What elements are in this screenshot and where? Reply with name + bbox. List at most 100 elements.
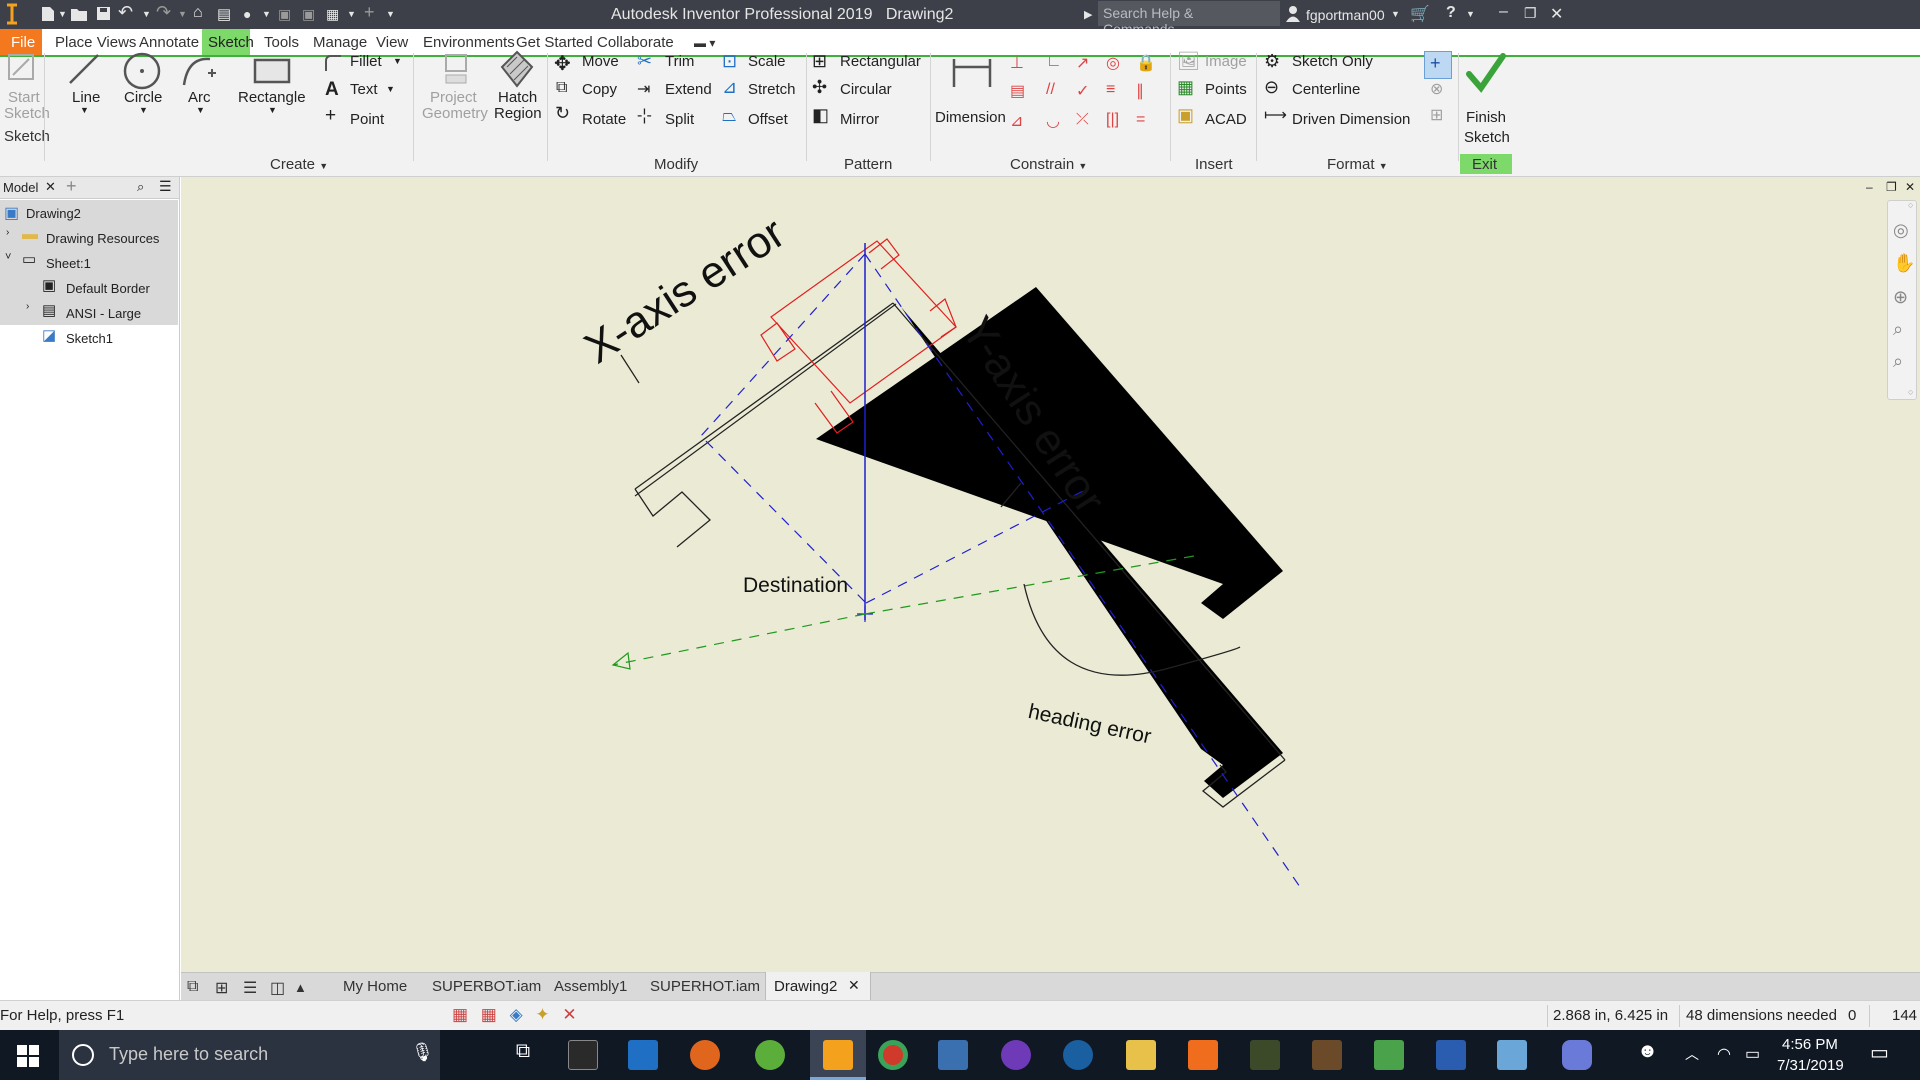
save-icon[interactable]	[96, 6, 111, 21]
terminal-app-icon[interactable]	[568, 1040, 598, 1070]
document-list-icon[interactable]: ▲	[294, 980, 307, 995]
windows-start-icon[interactable]	[17, 1045, 39, 1067]
constrain-group-dropdown-icon[interactable]: ▼	[1078, 161, 1087, 171]
help-search-box[interactable]: Search Help & Commands...	[1098, 1, 1280, 37]
dimension-icon[interactable]	[950, 57, 994, 89]
android-app-icon[interactable]	[755, 1040, 785, 1070]
doc-tab-superbot[interactable]: SUPERBOT.iam	[432, 978, 541, 995]
tab-view[interactable]: View	[376, 34, 408, 51]
offset-label[interactable]: Offset	[748, 111, 788, 128]
auto-dimension-icon[interactable]: ⤫	[1076, 111, 1089, 129]
canvas-minimize-icon[interactable]: –	[1866, 180, 1873, 194]
clock-time[interactable]: 4:56 PM	[1782, 1036, 1838, 1053]
zoom-window-icon[interactable]: ⌕	[1893, 319, 1903, 340]
parameters-icon[interactable]: ▦	[326, 6, 339, 23]
parallel-constraint-icon[interactable]: //	[1046, 81, 1055, 99]
image-icon[interactable]: 🖼	[1177, 51, 1200, 72]
browser-search-icon[interactable]: ⌕	[137, 179, 144, 195]
file-tab[interactable]: File	[0, 29, 42, 55]
scale-icon[interactable]: ⊡	[722, 51, 737, 72]
doc-tab-drawing2[interactable]: Drawing2 ✕	[765, 972, 871, 1001]
new-file-icon[interactable]	[40, 6, 56, 22]
collinear-constraint-icon[interactable]: ▤	[1010, 81, 1025, 101]
smooth-constraint-icon[interactable]: ✓	[1076, 81, 1089, 101]
rotate-label[interactable]: Rotate	[582, 111, 626, 128]
doc-tab-my-home[interactable]: My Home	[343, 978, 407, 995]
fix-constraint-icon[interactable]: 🔒	[1136, 53, 1156, 73]
circle-label[interactable]: Circle	[124, 89, 162, 106]
rotate-icon[interactable]: ↻	[555, 103, 570, 124]
chrome-app-icon[interactable]	[878, 1040, 908, 1070]
project-geometry-icon[interactable]	[438, 51, 472, 87]
format-group-dropdown-icon[interactable]: ▼	[1379, 161, 1388, 171]
appearance-icon[interactable]: ▣	[278, 6, 291, 23]
centerline-label[interactable]: Centerline	[1292, 81, 1360, 98]
destination-label[interactable]: Destination	[743, 574, 848, 598]
rectangular-pattern-icon[interactable]: ⊞	[812, 51, 827, 72]
arc-label[interactable]: Arc	[188, 89, 211, 106]
tab-place-views[interactable]: Place Views	[55, 34, 136, 51]
points-label[interactable]: Points	[1205, 81, 1247, 98]
tree-node-sheet[interactable]: Sheet:1	[46, 256, 91, 271]
steam-app-icon[interactable]	[1063, 1040, 1093, 1070]
print-icon[interactable]: ▤	[217, 5, 231, 23]
word-app-icon[interactable]	[1436, 1040, 1466, 1070]
project-geometry-label-1[interactable]: Project	[430, 89, 477, 106]
material-dropdown-icon[interactable]: ▼	[262, 9, 271, 19]
search-expand-icon[interactable]: ▶	[1084, 8, 1092, 21]
perpendicular-constraint-icon[interactable]: ∟	[1046, 53, 1062, 71]
tab-environments[interactable]: Environments	[423, 34, 515, 51]
tab-tools[interactable]: Tools	[264, 34, 299, 51]
cart-icon[interactable]: 🛒	[1410, 4, 1430, 24]
sketch-only-label[interactable]: Sketch Only	[1292, 53, 1373, 70]
store-app-icon[interactable]	[628, 1040, 658, 1070]
expand-arrow-icon[interactable]: ›	[26, 301, 29, 312]
trim-icon[interactable]: ✂	[637, 51, 652, 72]
rectangle-dropdown-icon[interactable]: ▼	[268, 105, 277, 115]
rectangle-icon[interactable]	[252, 57, 292, 85]
text-dropdown-icon[interactable]: ▼	[386, 84, 395, 94]
navbar-close-icon[interactable]: ○	[1908, 200, 1913, 210]
user-name[interactable]: fgportman00	[1306, 7, 1385, 23]
hatch-region-label-1[interactable]: Hatch	[498, 89, 537, 106]
circle-icon[interactable]	[122, 51, 162, 91]
browser-menu-icon[interactable]: ☰	[159, 178, 172, 195]
navbar-customize-icon[interactable]: ○	[1908, 387, 1913, 397]
zoom-icon[interactable]: ⊕	[1893, 287, 1908, 308]
redo-dropdown-icon[interactable]: ▼	[178, 9, 187, 19]
doc-tab-superhot[interactable]: SUPERHOT.iam	[650, 978, 760, 995]
inventor-app-icon[interactable]	[823, 1040, 853, 1070]
extend-label[interactable]: Extend	[665, 81, 712, 98]
undo-icon[interactable]: ↶	[118, 2, 133, 23]
dof-status-icon[interactable]: ▦	[481, 1005, 497, 1024]
tree-node-drawing[interactable]: Drawing2	[26, 206, 81, 221]
equal-constraint-icon[interactable]: =	[1136, 111, 1145, 129]
doc-tab-close-icon[interactable]: ✕	[848, 977, 860, 994]
panel-visibility-icon[interactable]: ▬ ▾	[694, 36, 715, 50]
constraint-status-icon[interactable]: ▦	[452, 1005, 468, 1024]
split-label[interactable]: Split	[665, 111, 694, 128]
text-icon[interactable]: A	[325, 79, 339, 101]
vertical-constraint-icon[interactable]: ∥	[1136, 81, 1144, 101]
tree-node-sketch1[interactable]: Sketch1	[66, 331, 113, 346]
tile-vertical-icon[interactable]: ◫	[270, 978, 285, 998]
fillet-label[interactable]: Fillet	[350, 53, 382, 70]
scale-label[interactable]: Scale	[748, 53, 786, 70]
stretch-label[interactable]: Stretch	[748, 81, 796, 98]
browser-close-icon[interactable]: ✕	[45, 179, 56, 195]
clock-date[interactable]: 7/31/2019	[1777, 1057, 1844, 1074]
move-label[interactable]: Move	[582, 53, 619, 70]
inventor-logo-icon[interactable]	[4, 3, 20, 25]
home-icon[interactable]: ⌂	[193, 4, 203, 22]
copy-label[interactable]: Copy	[582, 81, 617, 98]
parameters-dropdown-icon[interactable]: ▼	[347, 9, 356, 19]
circle-dropdown-icon[interactable]: ▼	[139, 105, 148, 115]
circular-label[interactable]: Circular	[840, 81, 892, 98]
eclipse-app-icon[interactable]	[1001, 1040, 1031, 1070]
clear-appearance-icon[interactable]: ▣	[302, 6, 315, 23]
finish-sketch-checkmark-icon[interactable]	[1465, 52, 1507, 94]
user-dropdown-icon[interactable]: ▼	[1391, 9, 1400, 19]
tangent-constraint-icon[interactable]: ↗	[1076, 53, 1089, 73]
hatch-region-label-2[interactable]: Region	[494, 105, 542, 122]
steering-wheel-icon[interactable]: ◎	[1893, 220, 1909, 241]
